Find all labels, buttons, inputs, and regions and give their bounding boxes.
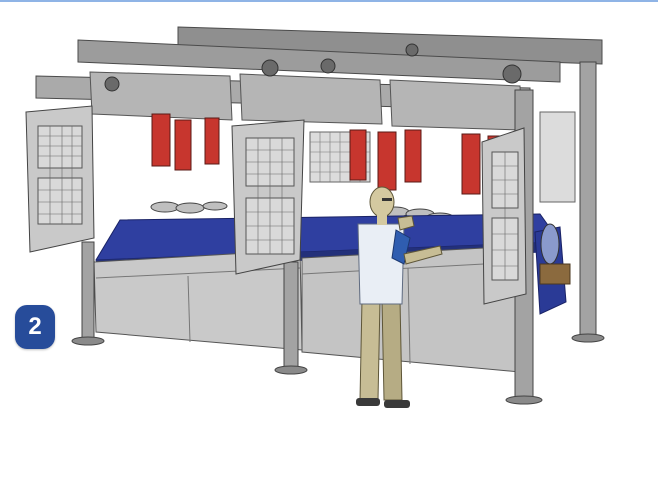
machine-base [93,245,521,373]
right-guard-door [481,127,527,305]
step-number-badge: 2 [15,305,55,349]
image-frame: 2 [0,0,658,494]
left-guard-door [25,105,95,253]
center-guard-door [231,119,305,275]
machine-render [25,26,605,408]
